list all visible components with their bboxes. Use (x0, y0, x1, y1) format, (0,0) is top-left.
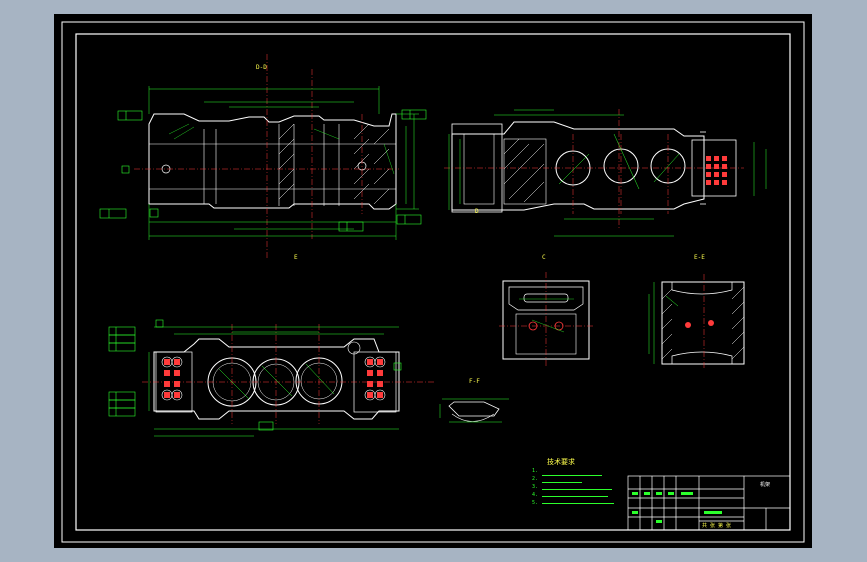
view-label-ee: E-E (694, 254, 705, 261)
side-view (444, 109, 767, 237)
datum-label-d: D (475, 208, 479, 215)
view-label-ff: F-F (469, 378, 480, 385)
drawing-sheet: D-D E D C E-E F-F 技术要求 1. 2. 3. 4. 5. 机架… (54, 14, 812, 548)
cad-drawing-canvas (61, 21, 805, 543)
title-block-sheet-count: 共 张 第 张 (702, 523, 732, 529)
front-view (99, 54, 427, 259)
title-block-part-name: 机架 (760, 482, 771, 488)
title-block-fill (632, 492, 722, 523)
section-cut-marker-top: D-D (256, 64, 267, 71)
tech-requirements-title: 技术要求 (547, 458, 575, 466)
section-ff-view (439, 398, 509, 423)
tech-requirements-text-lines (536, 472, 616, 506)
plan-view (108, 319, 434, 437)
section-ee-view (648, 274, 745, 370)
section-cut-marker-bottom: E (294, 254, 298, 261)
view-label-c: C (542, 254, 546, 261)
detail-view-c (499, 272, 594, 366)
